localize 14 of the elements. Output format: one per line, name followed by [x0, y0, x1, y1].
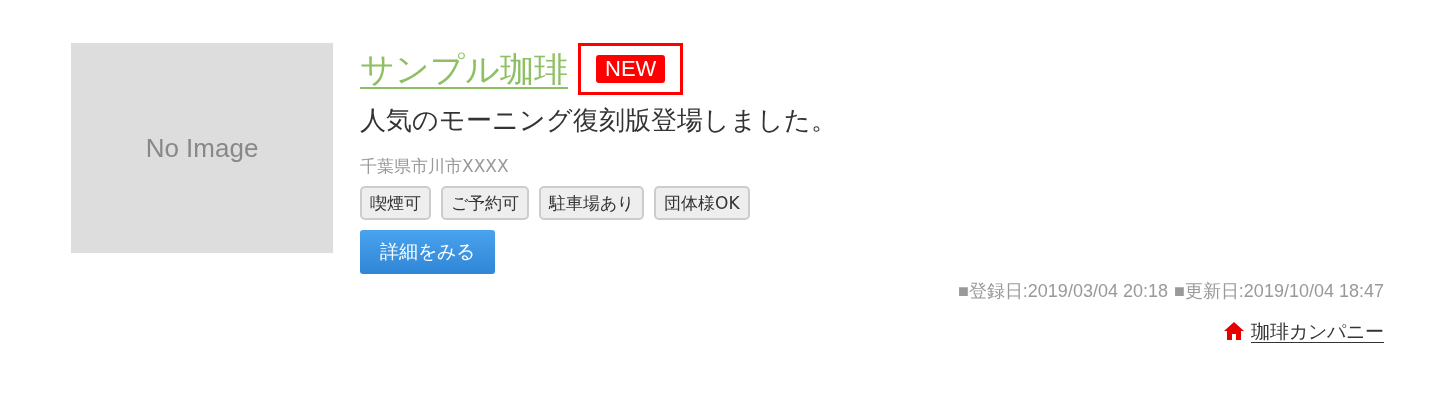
- date-label: ■更新日:2019/10/04 18:47: [1174, 279, 1384, 303]
- date-label: ■登録日:2019/03/04 20:18: [957, 279, 1168, 303]
- no-image-label: No Image: [145, 131, 259, 165]
- feature-tag: ご予約可: [441, 185, 529, 220]
- feature-tag: 駐車場あり: [539, 185, 644, 220]
- feature-tag: 喫煙可: [360, 185, 431, 220]
- new-badge: NEW: [596, 55, 666, 83]
- home-icon: [1223, 320, 1245, 341]
- company-link[interactable]: 珈琲カンパニー: [1251, 316, 1384, 345]
- address: 千葉県市川市XXXX: [360, 155, 510, 178]
- detail-button[interactable]: 詳細をみる: [360, 229, 495, 274]
- shop-title-link[interactable]: サンプル珈琲: [360, 47, 568, 91]
- feature-tag: 団体様OK: [654, 185, 750, 220]
- headline: 人気のモーニング復刻版登場しました。: [360, 104, 838, 137]
